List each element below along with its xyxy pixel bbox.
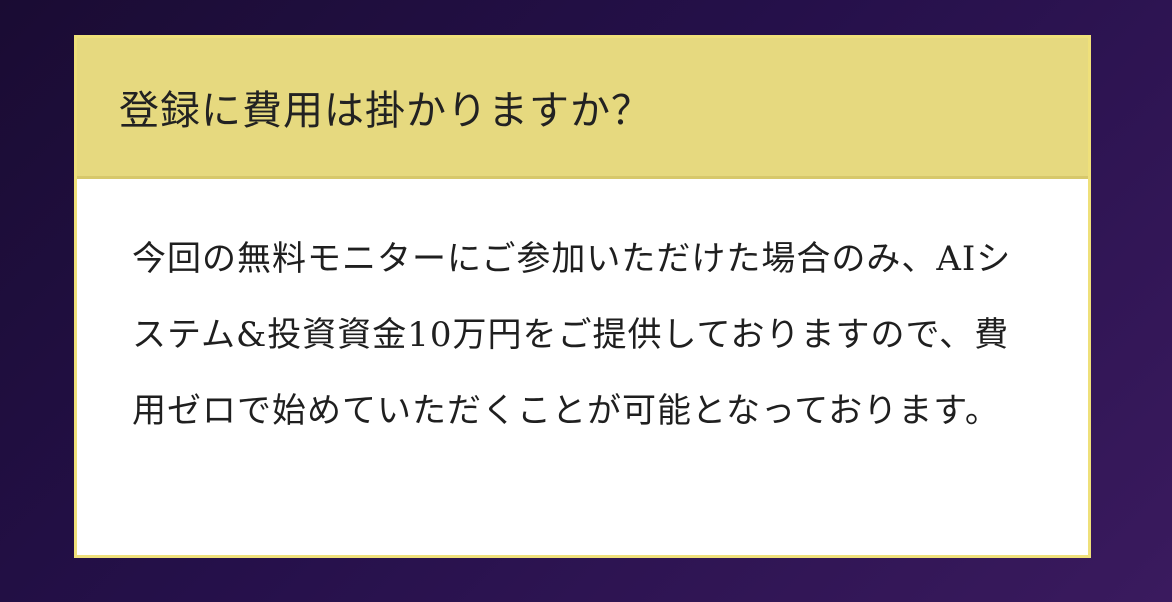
faq-answer-panel: 今回の無料モニターにご参加いただけた場合のみ、AIシステム&投資資金10万円をご… [77, 179, 1088, 449]
faq-question-header: 登録に費用は掛かりますか？ [77, 38, 1088, 179]
faq-card: 登録に費用は掛かりますか？ 今回の無料モニターにご参加いただけた場合のみ、AIシ… [74, 35, 1091, 558]
faq-question-text: 登録に費用は掛かりますか？ [119, 88, 652, 134]
faq-answer-text: 今回の無料モニターにご参加いただけた場合のみ、AIシステム&投資資金10万円をご… [132, 239, 1012, 431]
